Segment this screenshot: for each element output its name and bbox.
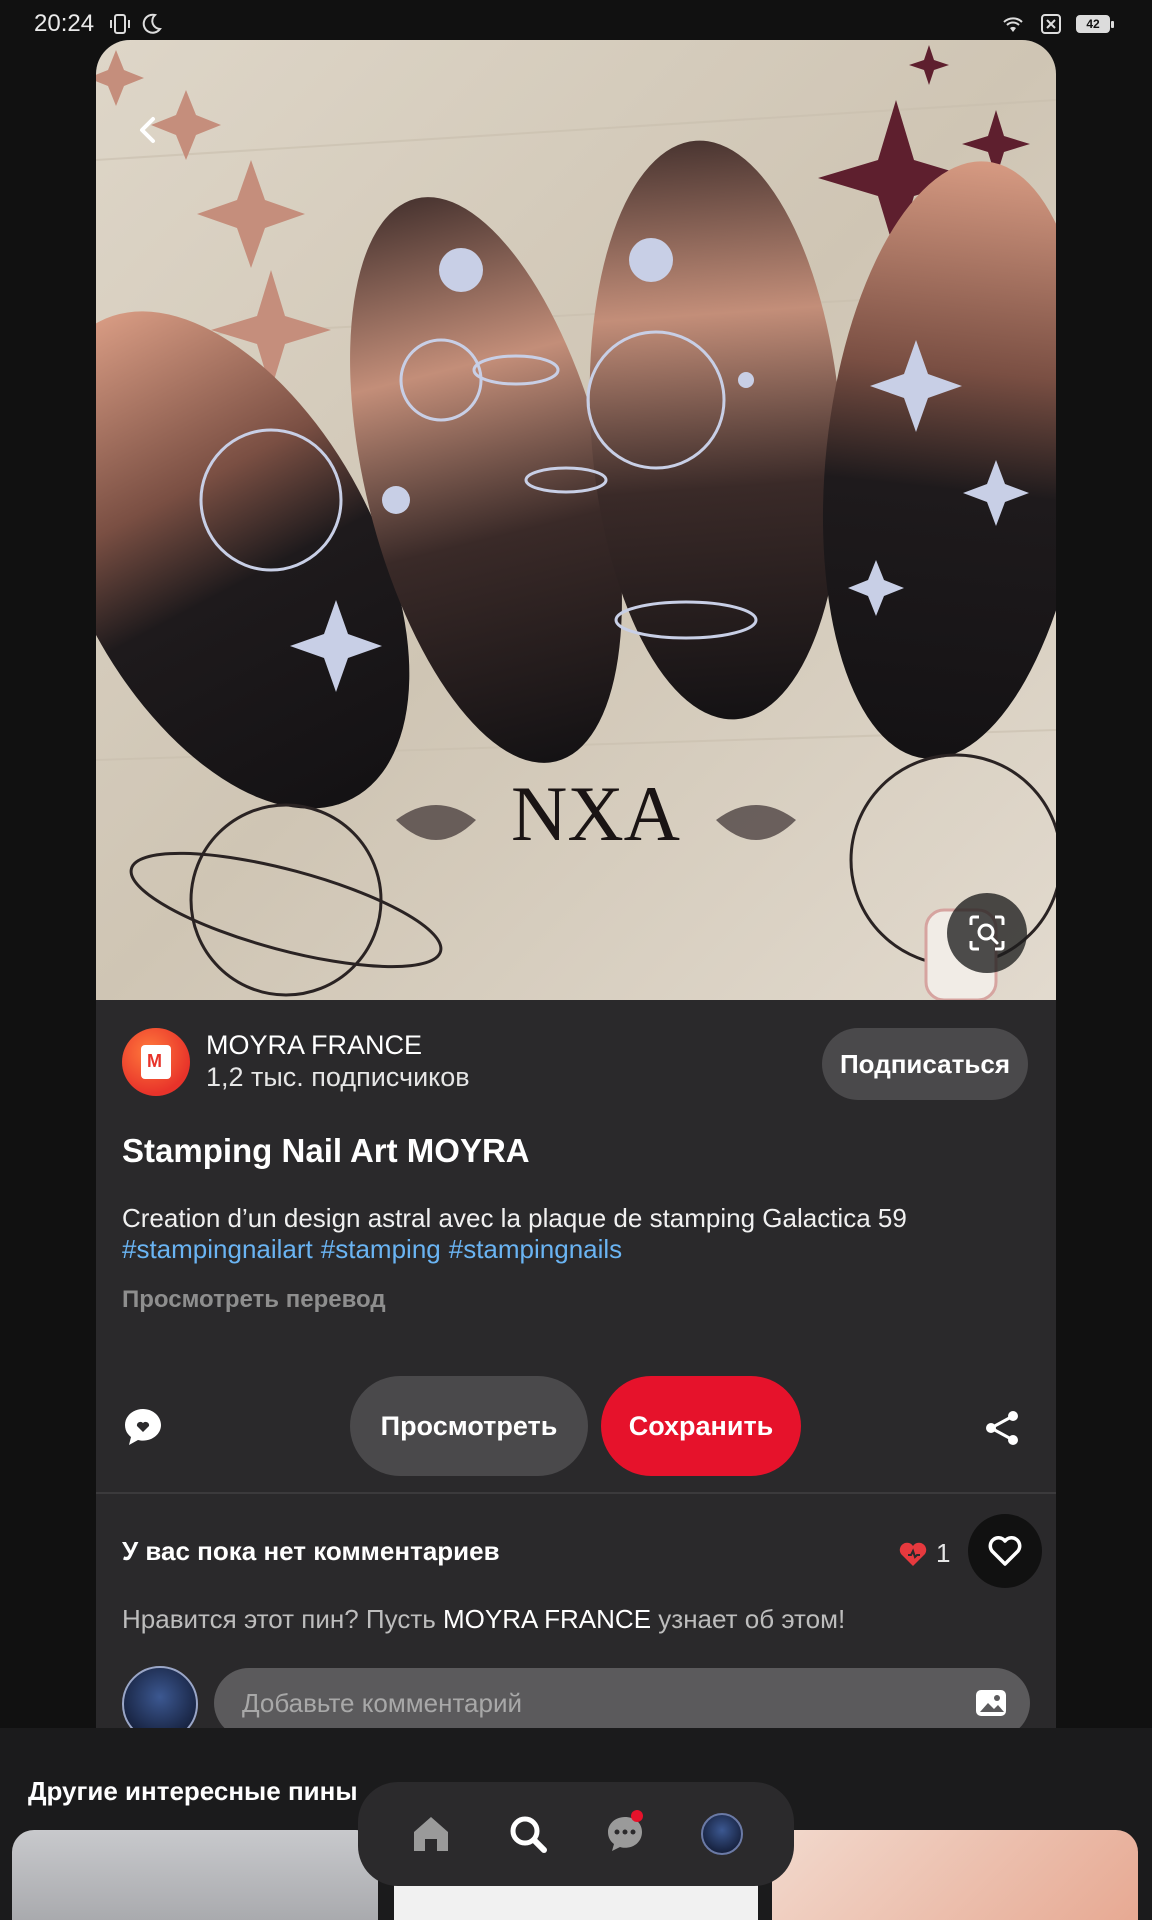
vibrate-icon bbox=[110, 14, 130, 34]
save-button[interactable]: Сохранить bbox=[601, 1376, 801, 1476]
nail-art-photo: NXA bbox=[96, 40, 1056, 1000]
bottom-navigation bbox=[358, 1782, 794, 1886]
notification-dot bbox=[630, 1810, 643, 1822]
hashtag-link[interactable]: #stampingnails bbox=[449, 1234, 622, 1265]
reaction-count[interactable]: 1 bbox=[898, 1538, 950, 1569]
more-pins-title: Другие интересные пины bbox=[28, 1776, 358, 1806]
comment-input-placeholder: Добавьте комментарий bbox=[242, 1687, 523, 1718]
pin-thumbnail[interactable] bbox=[12, 1830, 378, 1920]
view-button[interactable]: Просмотреть bbox=[350, 1376, 588, 1476]
nav-profile[interactable] bbox=[692, 1804, 752, 1864]
battery-indicator: 42 bbox=[1076, 15, 1114, 33]
no-comments-label: У вас пока нет комментариев bbox=[122, 1536, 500, 1566]
creator-subscribers: 1,2 тыс. подписчиков bbox=[206, 1062, 470, 1092]
watermark-text: NXA bbox=[511, 770, 680, 857]
divider bbox=[96, 1492, 1056, 1494]
creator-avatar[interactable] bbox=[122, 1028, 190, 1096]
heart-reaction-icon bbox=[899, 1542, 927, 1566]
follow-button[interactable]: Подписаться bbox=[822, 1028, 1028, 1100]
pin-image[interactable]: NXA bbox=[96, 40, 1056, 1000]
nav-search[interactable] bbox=[498, 1804, 558, 1864]
visual-search-icon bbox=[969, 915, 1005, 951]
creator-name[interactable]: MOYRA FRANCE bbox=[206, 1030, 422, 1061]
nav-home[interactable] bbox=[401, 1804, 461, 1864]
comment-icon bbox=[125, 1409, 161, 1445]
like-button[interactable] bbox=[968, 1514, 1042, 1588]
pin-card: NXA MOYRA FRANCE 1,2 тыс. подписчиков По… bbox=[96, 40, 1056, 1740]
heart-icon bbox=[988, 1536, 1022, 1566]
hashtag-list: #stampingnailart #stamping #stampingnail… bbox=[122, 1234, 622, 1265]
comment-button[interactable] bbox=[122, 1406, 164, 1448]
pin-thumbnail[interactable] bbox=[772, 1830, 1138, 1920]
hashtag-link[interactable]: #stampingnailart bbox=[122, 1234, 313, 1265]
image-icon[interactable] bbox=[974, 1686, 1008, 1720]
status-time: 20:24 bbox=[34, 10, 95, 37]
visual-search-button[interactable] bbox=[947, 893, 1027, 973]
prompt-creator-name: MOYRA FRANCE bbox=[443, 1604, 652, 1634]
share-icon bbox=[986, 1411, 1018, 1445]
pin-description: Creation d’un design astral avec la plaq… bbox=[122, 1203, 907, 1233]
no-sim-icon bbox=[1041, 14, 1061, 34]
wifi-icon bbox=[1003, 17, 1023, 32]
creator-logo bbox=[141, 1045, 171, 1079]
profile-avatar bbox=[700, 1813, 743, 1855]
home-icon bbox=[413, 1817, 448, 1851]
moon-icon bbox=[142, 13, 162, 34]
comment-prompt: Нравится этот пин? Пусть MOYRA FRANCE уз… bbox=[122, 1604, 846, 1634]
search-icon bbox=[510, 1816, 547, 1853]
pin-title: Stamping Nail Art MOYRA bbox=[122, 1132, 530, 1169]
hashtag-link[interactable]: #stamping bbox=[321, 1234, 441, 1265]
share-button[interactable] bbox=[982, 1408, 1022, 1448]
translate-link[interactable]: Просмотреть перевод bbox=[122, 1286, 386, 1314]
back-button[interactable] bbox=[118, 100, 178, 160]
back-icon bbox=[140, 117, 155, 143]
reaction-count-value: 1 bbox=[936, 1538, 951, 1568]
nav-messages[interactable] bbox=[595, 1804, 655, 1864]
